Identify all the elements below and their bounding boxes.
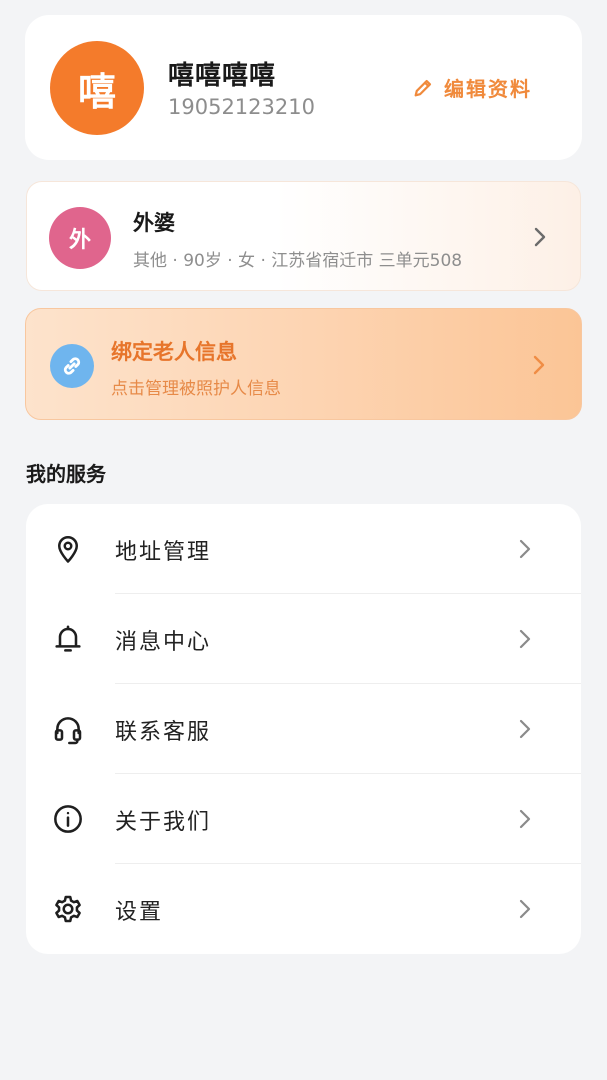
service-item-messages[interactable]: 消息中心 <box>26 594 581 684</box>
user-avatar[interactable]: 嘻 <box>50 41 144 135</box>
service-item-label: 消息中心 <box>115 630 212 655</box>
chevron-right-icon <box>519 899 531 923</box>
chevron-right-icon <box>534 227 546 251</box>
service-item-label: 设置 <box>115 900 164 925</box>
user-phone: 19052123210 <box>168 95 315 119</box>
elder-name: 外婆 <box>133 211 175 235</box>
elder-info: 其他 · 90岁 · 女 · 江苏省宿迁市 三单元508 <box>133 251 463 271</box>
chevron-right-icon <box>519 809 531 833</box>
location-pin-icon <box>51 532 85 566</box>
link-icon <box>50 344 94 388</box>
service-item-label: 联系客服 <box>115 720 212 745</box>
bind-title: 绑定老人信息 <box>111 340 237 364</box>
chevron-right-icon <box>533 355 545 379</box>
user-name: 嘻嘻嘻嘻 <box>168 61 277 91</box>
chevron-right-icon <box>519 719 531 743</box>
service-item-address[interactable]: 地址管理 <box>26 504 581 594</box>
chevron-right-icon <box>519 629 531 653</box>
service-item-label: 地址管理 <box>115 540 212 565</box>
pencil-icon <box>412 77 434 99</box>
info-icon <box>51 802 85 836</box>
chevron-right-icon <box>519 539 531 563</box>
headset-icon <box>51 712 85 746</box>
bell-icon <box>51 622 85 656</box>
profile-card: 嘻 嘻嘻嘻嘻 19052123210 编辑资料 <box>25 15 582 160</box>
service-item-label: 关于我们 <box>115 810 212 835</box>
services-list: 地址管理 消息中心 联系客服 关于我们 设置 <box>26 504 581 954</box>
edit-profile-label: 编辑资料 <box>444 77 532 101</box>
service-item-support[interactable]: 联系客服 <box>26 684 581 774</box>
bind-subtitle: 点击管理被照护人信息 <box>111 379 281 399</box>
elder-avatar: 外 <box>49 207 111 269</box>
gear-icon <box>51 892 85 926</box>
bind-elder-card[interactable]: 绑定老人信息 点击管理被照护人信息 <box>25 308 582 420</box>
services-section-title: 我的服务 <box>26 462 106 486</box>
elder-card[interactable]: 外 外婆 其他 · 90岁 · 女 · 江苏省宿迁市 三单元508 <box>26 181 581 291</box>
edit-profile-button[interactable]: 编辑资料 <box>412 73 532 102</box>
service-item-settings[interactable]: 设置 <box>26 864 581 954</box>
service-item-about[interactable]: 关于我们 <box>26 774 581 864</box>
